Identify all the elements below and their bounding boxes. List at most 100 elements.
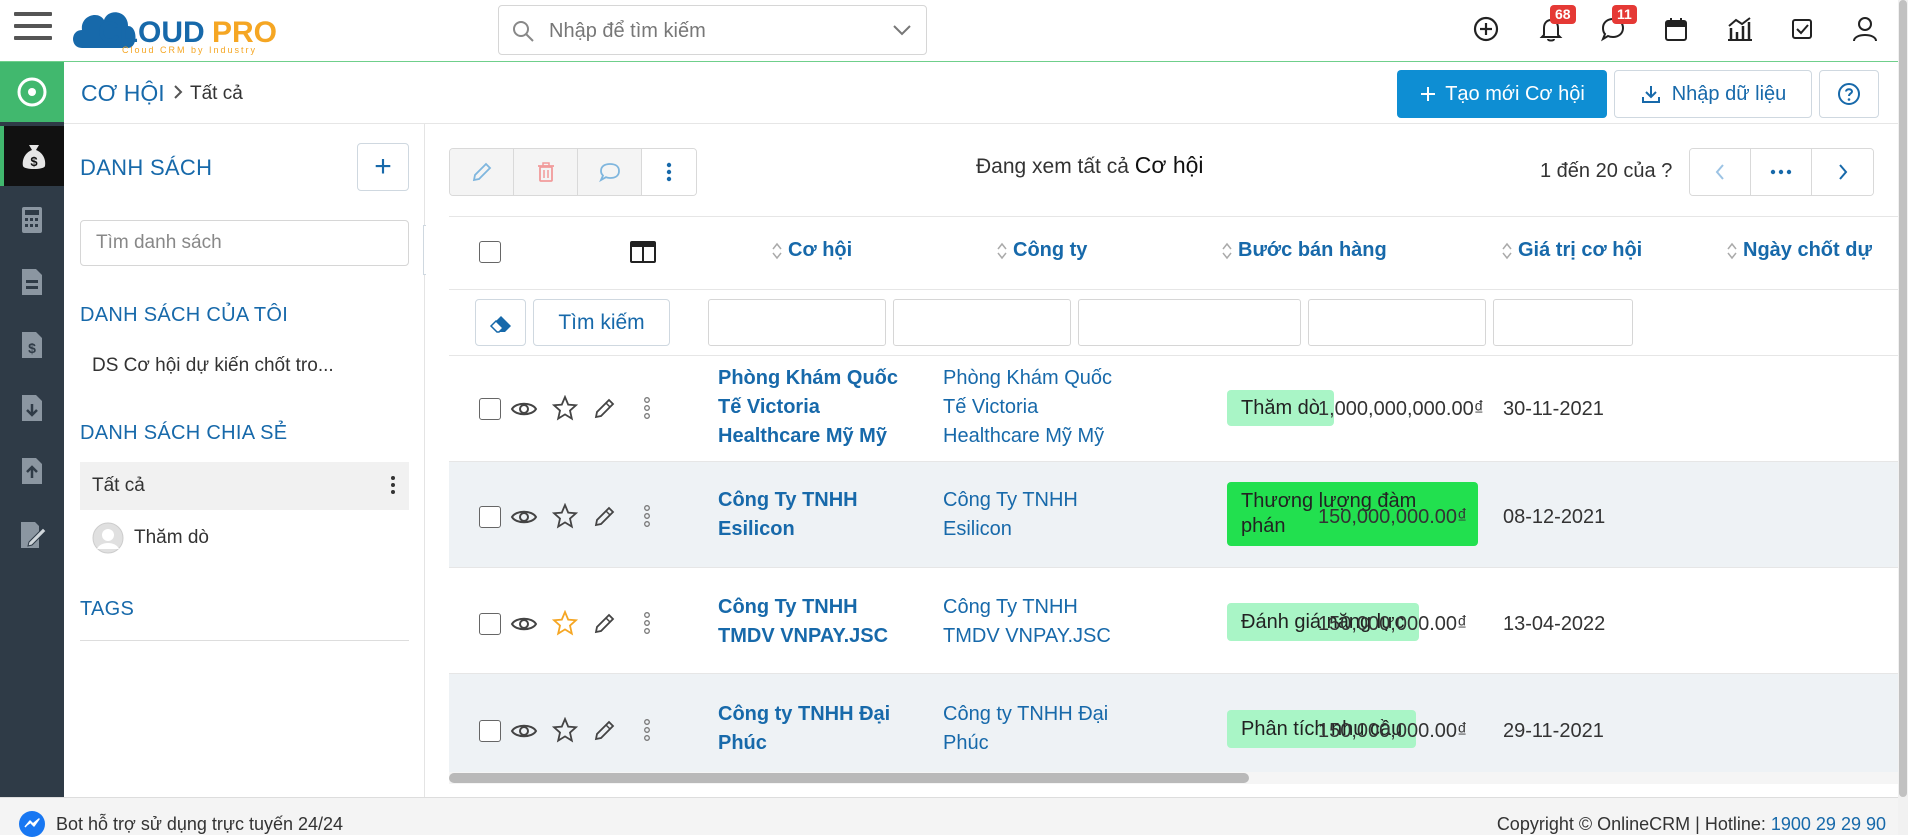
upload-document-icon[interactable] bbox=[0, 441, 64, 501]
star-icon[interactable] bbox=[550, 393, 580, 423]
contract-icon[interactable] bbox=[0, 252, 64, 312]
filter-value-input[interactable] bbox=[1308, 299, 1486, 346]
edit-pencil-icon[interactable] bbox=[450, 149, 514, 195]
trash-icon[interactable] bbox=[514, 149, 578, 195]
add-list-button[interactable]: + bbox=[357, 143, 409, 191]
calendar-icon[interactable] bbox=[1661, 14, 1695, 48]
table-row[interactable]: Công Ty TNHH Esilicon Công Ty TNHH Esilico… bbox=[449, 462, 1899, 568]
hotline-link[interactable]: 1900 29 29 90 bbox=[1771, 814, 1886, 834]
list-item[interactable]: DS Cơ hội dự kiến chốt tro... bbox=[80, 342, 409, 390]
column-header-company[interactable]: Công ty bbox=[997, 239, 1087, 262]
more-pages-button[interactable] bbox=[1751, 149, 1812, 195]
column-header-close-date[interactable]: Ngày chốt dự bbox=[1727, 239, 1872, 262]
bell-icon[interactable]: 68 bbox=[1536, 5, 1576, 48]
opportunity-name-link[interactable]: Công Ty TNHH Esilicon bbox=[718, 486, 858, 544]
user-profile-icon[interactable] bbox=[1850, 14, 1884, 48]
star-icon-starred[interactable] bbox=[550, 608, 580, 638]
eye-icon[interactable] bbox=[509, 502, 539, 532]
import-data-button[interactable]: Nhập dữ liệu bbox=[1614, 70, 1812, 118]
table-row[interactable]: Phòng Khám Quốc Tế Victoria Healthcare Mỹ … bbox=[449, 356, 1899, 462]
scrollbar-thumb[interactable] bbox=[449, 773, 1249, 783]
star-icon[interactable] bbox=[550, 715, 580, 745]
invoice-icon[interactable]: $ bbox=[0, 315, 64, 375]
help-button[interactable] bbox=[1819, 70, 1879, 118]
opportunity-name-link[interactable]: Công ty TNHH Đại Phúc bbox=[718, 700, 890, 758]
eye-icon[interactable] bbox=[509, 716, 539, 746]
more-vertical-icon[interactable] bbox=[642, 149, 696, 195]
edit-pencil-icon[interactable] bbox=[590, 501, 620, 531]
list-item-all[interactable]: Tất cả bbox=[80, 462, 409, 510]
column-layout-icon[interactable] bbox=[629, 240, 657, 264]
breadcrumb-module[interactable]: CƠ HỘI bbox=[81, 80, 165, 107]
column-header-opportunity[interactable]: Cơ hội bbox=[772, 239, 852, 262]
row-checkbox[interactable] bbox=[479, 506, 501, 528]
filter-search-button[interactable]: Tìm kiếm bbox=[533, 299, 670, 346]
report-chart-icon[interactable] bbox=[1724, 14, 1758, 48]
more-vertical-icon[interactable] bbox=[632, 501, 662, 531]
cloudpro-logo[interactable]: CLOUD PRO Cloud CRM by Industry bbox=[72, 4, 304, 56]
money-bag-icon[interactable]: $ bbox=[0, 126, 64, 186]
star-icon[interactable] bbox=[550, 501, 580, 531]
document-edit-icon[interactable] bbox=[0, 505, 64, 565]
chat-icon[interactable]: 11 bbox=[1598, 5, 1637, 48]
horizontal-scrollbar[interactable] bbox=[449, 772, 1899, 784]
column-header-sales-stage[interactable]: Bước bán hàng bbox=[1222, 239, 1387, 262]
scrollbar-thumb[interactable] bbox=[1899, 0, 1907, 797]
company-name-link[interactable]: Công Ty TNHH TMDV VNPAY.JSC bbox=[943, 593, 1111, 651]
table-row[interactable]: Công ty TNHH Đại Phúc Công ty TNHH Đại Phú… bbox=[449, 674, 1899, 776]
page-header: CƠ HỘI Tất cả Tạo mới Cơ hội Nhập dữ liệ… bbox=[64, 62, 1908, 124]
more-vertical-icon[interactable] bbox=[389, 474, 397, 496]
edit-pencil-icon[interactable] bbox=[590, 608, 620, 638]
page-scrollbar[interactable] bbox=[1898, 0, 1908, 835]
add-circle-icon[interactable] bbox=[1471, 14, 1505, 48]
home-target-icon[interactable] bbox=[0, 62, 64, 122]
sort-icon bbox=[1222, 242, 1232, 259]
list-panel: DANH SÁCH + DANH SÁCH CỦA TÔI DS Cơ hội … bbox=[64, 124, 425, 797]
select-all-checkbox[interactable] bbox=[479, 241, 501, 263]
copyright: Copyright © OnlineCRM | Hotline: 1900 29… bbox=[1496, 814, 1886, 834]
company-name-link[interactable]: Phòng Khám Quốc Tế Victoria Healthcare Mỹ … bbox=[943, 364, 1112, 451]
table-row[interactable]: Công Ty TNHH TMDV VNPAY.JSC Công Ty TNHH T… bbox=[449, 568, 1899, 674]
more-vertical-icon[interactable] bbox=[632, 608, 662, 638]
close-date-cell: 30-11-2021 bbox=[1503, 398, 1604, 420]
viewing-caption: Đang xem tất cả Cơ hội bbox=[976, 152, 1204, 179]
task-check-icon[interactable] bbox=[1787, 14, 1821, 48]
list-search-input[interactable] bbox=[80, 220, 409, 266]
svg-text:$: $ bbox=[28, 340, 36, 356]
edit-pencil-icon[interactable] bbox=[590, 393, 620, 423]
hamburger-menu-icon[interactable] bbox=[14, 12, 52, 46]
download-document-icon[interactable] bbox=[0, 378, 64, 438]
create-opportunity-button[interactable]: Tạo mới Cơ hội bbox=[1397, 70, 1607, 118]
eraser-icon[interactable] bbox=[475, 299, 526, 346]
opportunity-name-link[interactable]: Phòng Khám Quốc Tế Victoria Healthcare Mỹ … bbox=[718, 364, 898, 451]
comment-icon[interactable] bbox=[578, 149, 642, 195]
chevron-down-icon[interactable] bbox=[892, 23, 912, 37]
more-vertical-icon[interactable] bbox=[632, 715, 662, 745]
list-item-tham-do[interactable]: Thăm dò bbox=[80, 514, 409, 562]
column-header-value[interactable]: Giá trị cơ hội bbox=[1502, 239, 1642, 262]
company-name-link[interactable]: Công ty TNHH Đại Phúc bbox=[943, 700, 1108, 758]
support-bot-link[interactable]: Bot hỗ trợ sử dụng trực tuyến 24/24 bbox=[18, 810, 343, 838]
row-checkbox[interactable] bbox=[479, 398, 501, 420]
row-checkbox[interactable] bbox=[479, 720, 501, 742]
bulk-actions-toolbar bbox=[449, 148, 697, 196]
filter-date-input[interactable] bbox=[1493, 299, 1633, 346]
more-vertical-icon[interactable] bbox=[632, 393, 662, 423]
opportunity-name-link[interactable]: Công Ty TNHH TMDV VNPAY.JSC bbox=[718, 593, 888, 651]
prev-page-button[interactable] bbox=[1690, 149, 1751, 195]
list-view: Đang xem tất cả Cơ hội 1 đến 20 của ? Cơ… bbox=[426, 124, 1908, 797]
row-checkbox[interactable] bbox=[479, 613, 501, 635]
edit-pencil-icon[interactable] bbox=[590, 715, 620, 745]
sort-icon bbox=[772, 242, 782, 259]
calculator-icon[interactable] bbox=[0, 190, 64, 250]
filter-opportunity-input[interactable] bbox=[708, 299, 886, 346]
eye-icon[interactable] bbox=[509, 609, 539, 639]
next-page-button[interactable] bbox=[1812, 149, 1873, 195]
filter-company-input[interactable] bbox=[893, 299, 1071, 346]
global-search-input[interactable] bbox=[549, 16, 869, 46]
company-name-link[interactable]: Công Ty TNHH Esilicon bbox=[943, 486, 1078, 544]
chevron-right-icon bbox=[174, 85, 183, 99]
eye-icon[interactable] bbox=[509, 394, 539, 424]
global-search[interactable] bbox=[498, 5, 927, 55]
filter-stage-input[interactable] bbox=[1078, 299, 1301, 346]
